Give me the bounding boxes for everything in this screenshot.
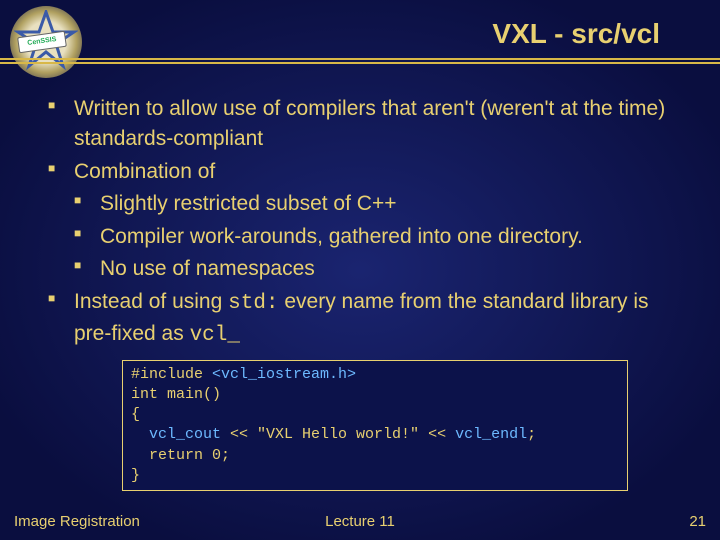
bullet-text: Compiler work-arounds, gathered into one… bbox=[100, 225, 583, 248]
sub-bullet: Compiler work-arounds, gathered into one… bbox=[74, 222, 684, 252]
code-block: #include <vcl_iostream.h> int main() { v… bbox=[122, 360, 628, 492]
slide-number: 21 bbox=[689, 513, 706, 530]
sub-bullet: Slightly restricted subset of C++ bbox=[74, 189, 684, 219]
bullet: Written to allow use of compilers that a… bbox=[48, 94, 684, 155]
bullet: Instead of using std: every name from th… bbox=[48, 287, 684, 352]
slide-title: VXL - src/vcl bbox=[492, 18, 660, 50]
slide-header: CenSSIS VXL - src/vcl bbox=[0, 0, 720, 72]
bullet-text: Slightly restricted subset of C++ bbox=[100, 192, 396, 215]
bullet-text: Written to allow use of compilers that a… bbox=[74, 97, 665, 150]
logo: CenSSIS bbox=[10, 6, 82, 78]
title-rule bbox=[0, 58, 720, 64]
bullet-text: Instead of using std: every name from th… bbox=[74, 290, 649, 345]
footer-center: Lecture 11 bbox=[0, 513, 720, 530]
bullet-text: Combination of bbox=[74, 160, 215, 183]
sub-bullet: No use of namespaces bbox=[74, 254, 684, 284]
bullet-text: No use of namespaces bbox=[100, 257, 315, 280]
slide-body: Written to allow use of compilers that a… bbox=[48, 94, 684, 491]
bullet: Combination of Slightly restricted subse… bbox=[48, 157, 684, 285]
